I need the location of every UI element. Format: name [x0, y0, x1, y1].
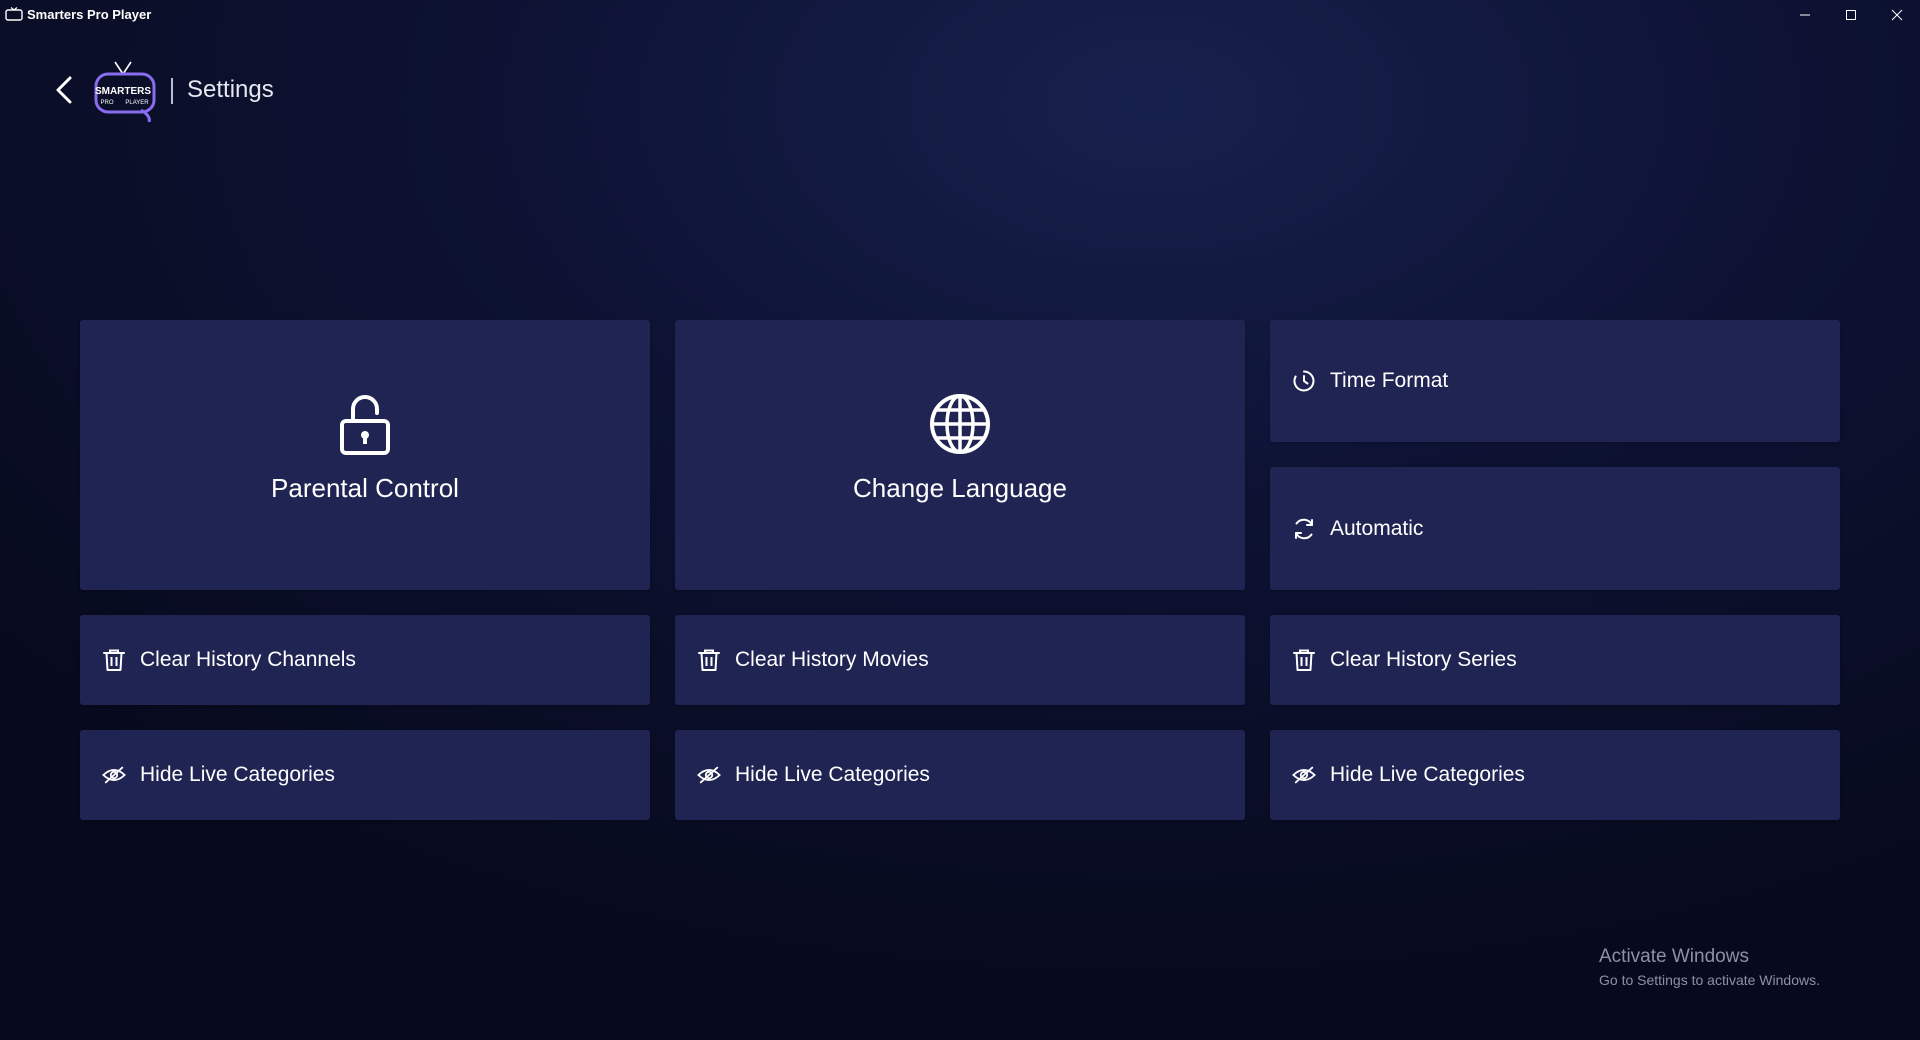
- page-title: Settings: [187, 76, 274, 103]
- hide-live-categories-label: Hide Live Categories: [1330, 763, 1525, 786]
- clear-history-channels-label: Clear History Channels: [140, 648, 356, 671]
- eye-off-icon: [102, 763, 126, 787]
- clear-history-movies-label: Clear History Movies: [735, 648, 929, 671]
- time-format-label: Time Format: [1330, 369, 1449, 392]
- eye-off-icon: [1292, 763, 1316, 787]
- chevron-left-icon: [56, 76, 72, 104]
- clear-history-movies-card[interactable]: Clear History Movies: [675, 615, 1245, 705]
- hide-live-categories-label: Hide Live Categories: [140, 763, 335, 786]
- clear-history-series-label: Clear History Series: [1330, 648, 1517, 671]
- logo-text-smarters: SMARTERS: [95, 86, 151, 97]
- parental-control-label: Parental Control: [271, 472, 459, 503]
- minimize-button[interactable]: [1782, 0, 1828, 30]
- globe-icon: [930, 393, 990, 454]
- clock-icon: [1292, 369, 1316, 393]
- hide-live-categories-card-1[interactable]: Hide Live Categories: [80, 730, 650, 820]
- refresh-icon: [1292, 517, 1316, 541]
- window-title: Smarters Pro Player: [27, 7, 152, 22]
- activate-windows-watermark: Activate Windows Go to Settings to activ…: [1599, 946, 1820, 988]
- trash-icon: [1292, 648, 1316, 672]
- hide-live-categories-card-2[interactable]: Hide Live Categories: [675, 730, 1245, 820]
- settings-header: SMARTERS PRO PLAYER Settings: [0, 50, 600, 130]
- watermark-subtitle: Go to Settings to activate Windows.: [1599, 972, 1820, 988]
- hide-live-categories-card-3[interactable]: Hide Live Categories: [1270, 730, 1840, 820]
- minimize-icon: [1800, 14, 1810, 16]
- clear-history-channels-card[interactable]: Clear History Channels: [80, 615, 650, 705]
- trash-icon: [697, 648, 721, 672]
- automatic-card[interactable]: Automatic: [1270, 467, 1840, 590]
- automatic-label: Automatic: [1330, 516, 1424, 540]
- close-icon: [1891, 9, 1903, 21]
- trash-icon: [102, 648, 126, 672]
- header-divider: [171, 78, 173, 104]
- time-format-card[interactable]: Time Format: [1270, 320, 1840, 442]
- lock-icon: [340, 394, 390, 455]
- clear-history-series-card[interactable]: Clear History Series: [1270, 615, 1840, 705]
- smarters-logo: SMARTERS PRO PLAYER: [94, 61, 156, 122]
- change-language-card[interactable]: Change Language: [675, 320, 1245, 590]
- watermark-title: Activate Windows: [1599, 946, 1749, 967]
- title-bar: Smarters Pro Player: [0, 0, 1920, 30]
- logo-text-pro: PRO: [100, 100, 113, 106]
- tv-app-icon: [5, 7, 23, 21]
- eye-off-icon: [697, 763, 721, 787]
- close-button[interactable]: [1874, 0, 1920, 30]
- maximize-button[interactable]: [1828, 0, 1874, 30]
- back-button[interactable]: [50, 74, 78, 106]
- logo-text-player: PLAYER: [125, 100, 149, 106]
- hide-live-categories-label: Hide Live Categories: [735, 763, 930, 786]
- change-language-label: Change Language: [853, 472, 1067, 503]
- parental-control-card[interactable]: Parental Control: [80, 320, 650, 590]
- maximize-icon: [1846, 10, 1856, 20]
